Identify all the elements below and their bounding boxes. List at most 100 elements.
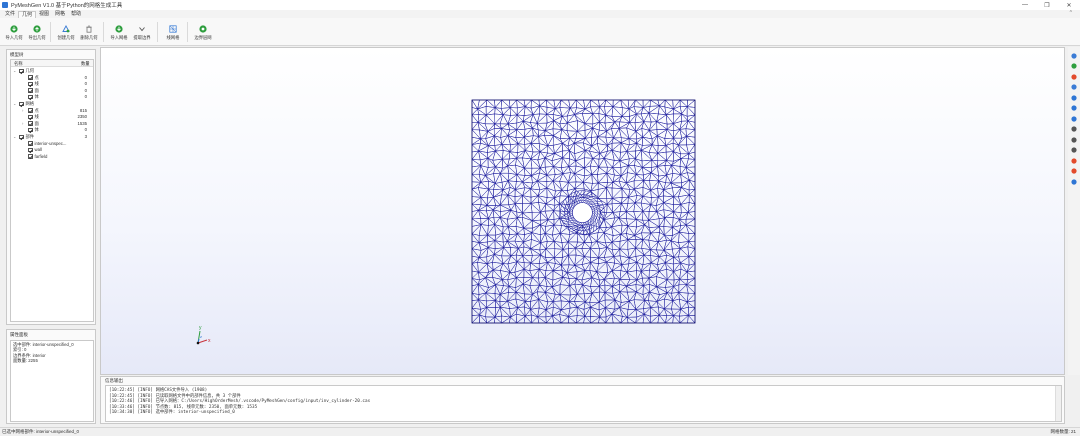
tree-item-label: 点 [34, 74, 39, 80]
expand-arrow-icon[interactable]: ⌄ [13, 101, 17, 106]
tree-item[interactable]: ⌄ 部件 3 [11, 134, 93, 140]
tree-item[interactable]: › 面 1535 [11, 121, 93, 127]
visibility-checkbox[interactable] [19, 101, 24, 106]
view-front-icon[interactable] [1070, 63, 1077, 70]
axis-y-label: y [199, 325, 202, 331]
tree-item-label: 部件 [25, 134, 35, 139]
tree-item-count: 0 [84, 81, 87, 87]
visibility-checkbox[interactable] [28, 154, 33, 159]
log-output[interactable]: [10:22:45] [INFO] 网格CAS文件导入 (1908) [10:2… [105, 385, 1062, 422]
app-window: PyMeshGen V1.0 基于Python的网格生成工具 — ❐ ✕ 文件 … [0, 0, 1080, 436]
import-mesh-button[interactable]: 导入网格 [108, 20, 130, 44]
extract-boundary-button[interactable]: 提取边界 [131, 20, 153, 44]
visibility-checkbox[interactable] [28, 81, 33, 87]
tree-item[interactable]: 点0 [11, 75, 93, 81]
ribbon-toolbar: 导入几何 导出几何 创建几何 删除几何 导入网格 提取边界 线网格 边界层网 [0, 18, 1080, 46]
ribbon-separator [50, 22, 51, 42]
menu-tab-view[interactable]: 视图 [36, 11, 52, 18]
properties-content: 选中部件: interior-unspecified_0 索引: 0 边界条件:… [10, 340, 94, 422]
axes-origin [196, 341, 200, 345]
visibility-checkbox[interactable] [28, 121, 33, 126]
tree-item[interactable]: interior-unspec... [11, 141, 93, 147]
maximize-button[interactable]: ❐ [1036, 0, 1058, 10]
mesh-viewport[interactable]: y x z [100, 47, 1065, 375]
tree-item[interactable]: 线 2350 [11, 114, 93, 120]
mesh-render [471, 99, 696, 324]
tree-item[interactable]: ⌄ 几何 [11, 68, 93, 74]
visibility-checkbox[interactable] [28, 75, 33, 80]
tree-item-label: farfield [34, 153, 48, 159]
view-top-icon[interactable] [1070, 84, 1077, 91]
status-mesh-count: 网格数量: 21 [1050, 429, 1076, 434]
visibility-checkbox[interactable] [19, 68, 24, 73]
collapsed-arrow-icon[interactable]: › [22, 121, 23, 126]
tree-item[interactable]: 线0 [11, 81, 93, 87]
property-line: 面数量: 2255 [13, 358, 38, 364]
menu-tab-geometry[interactable]: 几何 [18, 11, 37, 18]
import-geometry-button[interactable]: 导入几何 [3, 20, 25, 44]
tree-item[interactable]: 面0 [11, 88, 93, 94]
tree-item[interactable]: farfield [11, 154, 93, 160]
menu-tab-mesh[interactable]: 网格 [52, 11, 68, 18]
red-marker-icon[interactable] [1070, 157, 1077, 164]
visibility-checkbox[interactable] [19, 134, 24, 139]
window-controls: — ❐ ✕ [1014, 0, 1080, 10]
visibility-checkbox[interactable] [28, 141, 33, 146]
blue-marker-icon[interactable] [1070, 178, 1077, 185]
axis-y-icon[interactable] [1070, 147, 1077, 154]
window-title: PyMeshGen V1.0 基于Python的网格生成工具 [11, 3, 123, 9]
tree-item[interactable]: 体0 [11, 127, 93, 133]
visibility-checkbox[interactable] [28, 114, 33, 120]
visibility-checkbox[interactable] [28, 88, 33, 93]
view-bottom-icon[interactable] [1070, 94, 1077, 101]
tree-item-count: 3 [84, 134, 87, 139]
import-geometry-icon [10, 24, 19, 33]
menu-tab-help[interactable]: 帮助 [68, 11, 84, 18]
ribbon-collapse-button[interactable]: ^ [1070, 10, 1072, 16]
create-geometry-icon [62, 24, 71, 33]
visibility-checkbox[interactable] [28, 108, 33, 113]
line-mesh-button[interactable]: 线网格 [162, 20, 184, 44]
axis-x-label: x [208, 338, 211, 344]
ribbon-separator [187, 22, 188, 42]
visibility-checkbox[interactable] [28, 127, 33, 133]
ribbon-separator [103, 22, 104, 42]
model-tree: 名称 数量 ⌄ 几何点 0 线 0 面 0 体 0 ⌄ 网格 › 点 815 线 2350 › 面 1535 体 0 ⌄ 部… [10, 59, 94, 322]
orange-marker-icon[interactable] [1070, 168, 1077, 175]
view-back-icon[interactable] [1070, 73, 1077, 80]
status-bar: 已选中网格部件: interior-unspecified_0 网格数量: 21 [0, 427, 1080, 436]
collapsed-arrow-icon[interactable]: › [22, 108, 23, 113]
log-panel: 信息输出 [10:22:45] [INFO] 网格CAS文件导入 (1908) … [100, 376, 1065, 424]
export-geometry-button[interactable]: 导出几何 [26, 20, 48, 44]
tree-item[interactable]: ⌄ 网格 [11, 101, 93, 107]
column-header-count: 数量 [81, 61, 90, 66]
log-line: [10:34:30] [INFO] 选中部件: interior-unspeci… [109, 410, 235, 416]
expand-arrow-icon[interactable]: ⌄ [13, 68, 17, 73]
close-button[interactable]: ✕ [1058, 0, 1080, 10]
delete-geometry-button[interactable]: 删除几何 [78, 20, 100, 44]
visibility-checkbox[interactable] [28, 147, 33, 153]
view-fit-icon[interactable] [1070, 52, 1077, 59]
tree-item-count: 2350 [77, 114, 87, 120]
menu-tab-file[interactable]: 文件 [2, 11, 18, 18]
expand-arrow-icon[interactable]: ⌄ [13, 134, 17, 139]
boundary-layer-button[interactable]: 边界层网 [192, 20, 214, 44]
view-iso-icon[interactable] [1070, 105, 1077, 112]
wireframe-icon[interactable] [1070, 115, 1077, 122]
axis-x-line [197, 339, 208, 344]
tree-item-label: 面 [34, 120, 39, 126]
model-tree-title: 模型树 [10, 52, 24, 57]
surface-icon[interactable] [1070, 126, 1077, 133]
visibility-checkbox[interactable] [28, 94, 33, 100]
tree-item[interactable]: 体0 [11, 94, 93, 100]
tree-item[interactable]: wall [11, 147, 93, 153]
boundary-layer-icon [199, 24, 208, 33]
tree-item-label: 线 [34, 81, 39, 87]
tree-item-label: 体 [34, 94, 39, 100]
log-scrollbar[interactable] [1055, 386, 1061, 421]
tree-item[interactable]: › 点 815 [11, 108, 93, 114]
create-geometry-button[interactable]: 创建几何 [55, 20, 77, 44]
minimize-button[interactable]: — [1014, 0, 1036, 10]
tree-item-count: 0 [84, 94, 87, 100]
axis-x-icon[interactable] [1070, 136, 1077, 143]
